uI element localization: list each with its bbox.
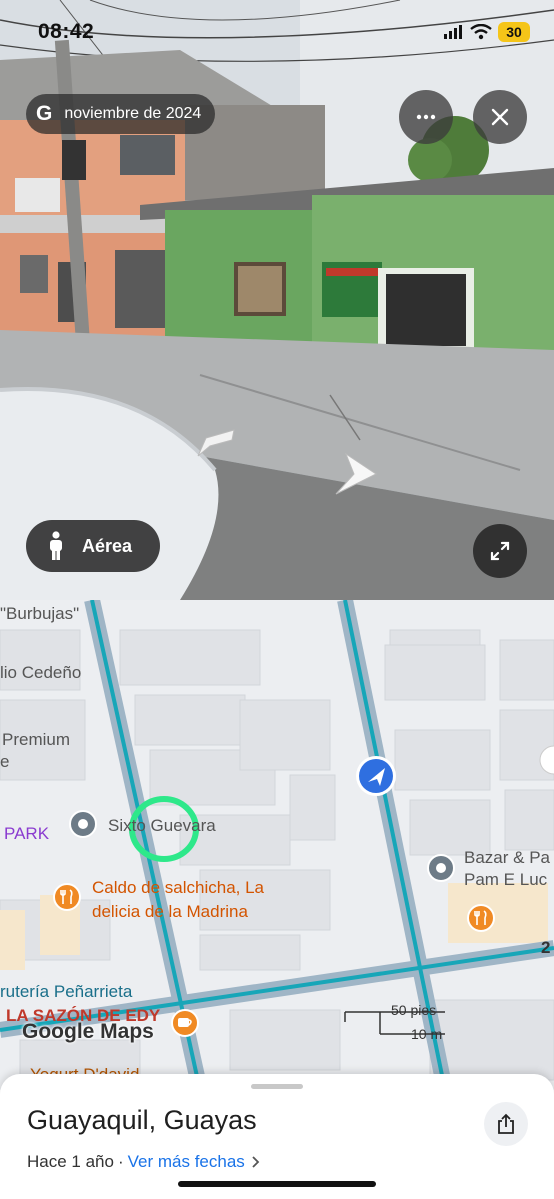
scale-feet: 50 pies <box>391 1002 437 1018</box>
signal-icon <box>444 25 462 39</box>
street-view-image[interactable] <box>0 0 554 600</box>
imagery-date: noviembre de 2024 <box>64 105 202 122</box>
status-icons: 30 <box>444 22 530 42</box>
capture-age: Hace 1 año <box>27 1152 114 1171</box>
place-pin-icon[interactable] <box>426 853 456 883</box>
map-label[interactable]: Premium <box>2 730 70 750</box>
map-label-bazar[interactable]: Bazar & Pa Pam E Luc <box>464 847 550 891</box>
map-panel[interactable]: "Burbujas" lio Cedeño Premium e PARK Six… <box>0 600 554 1090</box>
sheet-drag-handle[interactable] <box>251 1084 303 1089</box>
aerial-view-label: Aérea <box>82 535 133 556</box>
google-maps-logo: Google Maps <box>22 1020 154 1043</box>
map-label[interactable]: "Burbujas" <box>0 604 79 624</box>
navigate-back-arrow-icon[interactable] <box>196 428 236 460</box>
expand-icon <box>490 541 510 561</box>
place-pin-icon[interactable] <box>68 809 98 839</box>
separator-dot: · <box>117 1152 124 1171</box>
map-label-caldo-line1: Caldo de salchicha, La <box>92 878 265 897</box>
map-label-park[interactable]: PARK <box>4 824 49 844</box>
scale-meters: 10 m <box>411 1026 443 1042</box>
place-title: Guayaquil, Guayas <box>27 1105 257 1135</box>
map-label-bazar-line1: Bazar & Pa <box>464 848 550 867</box>
map-label-caldo[interactable]: Caldo de salchicha, La delicia de la Mad… <box>92 876 264 924</box>
home-indicator <box>178 1181 376 1187</box>
more-dates-link[interactable]: Ver más fechas <box>128 1152 245 1172</box>
imagery-date-pill[interactable]: G noviembre de 2024 <box>26 94 216 134</box>
cafe-pin-icon[interactable] <box>170 1008 200 1038</box>
map-label-bazar-line2: Pam E Luc <box>464 870 548 889</box>
chevron-right-icon[interactable] <box>249 1155 261 1169</box>
street-view-panel[interactable]: 08:42 30 G noviembre de 2024 Aérea <box>0 0 554 600</box>
navigate-forward-arrow-icon[interactable] <box>332 452 378 496</box>
restaurant-pin-icon[interactable] <box>52 882 82 912</box>
pegman-icon <box>50 531 62 560</box>
map-label[interactable]: e <box>0 752 9 772</box>
share-button[interactable] <box>484 1102 528 1146</box>
map-label-fruteria[interactable]: rutería Peñarrieta <box>0 982 132 1002</box>
battery-indicator: 30 <box>498 22 530 42</box>
wifi-icon <box>470 24 492 40</box>
close-button[interactable] <box>473 90 527 144</box>
expand-button[interactable] <box>473 524 527 578</box>
map-label[interactable]: lio Cedeño <box>0 663 81 683</box>
bottom-sheet[interactable]: Guayaquil, Guayas Hace 1 año · Ver más f… <box>0 1074 554 1199</box>
date-info-row: Hace 1 año · Ver más fechas <box>27 1152 261 1172</box>
more-options-button[interactable] <box>399 90 453 144</box>
share-icon <box>498 1113 514 1134</box>
status-time: 08:42 <box>38 20 95 43</box>
map-label-street-number: 2 <box>541 938 551 957</box>
map-label-caldo-line2: delicia de la Madrina <box>92 902 248 921</box>
ellipsis-icon <box>416 114 436 120</box>
aerial-view-button[interactable]: Aérea <box>26 520 160 572</box>
map-label-sixto-guevara[interactable]: Sixto Guevara <box>108 816 216 836</box>
restaurant-pin-icon[interactable] <box>466 903 496 933</box>
google-g-logo: G <box>36 102 53 125</box>
close-icon <box>491 108 509 126</box>
